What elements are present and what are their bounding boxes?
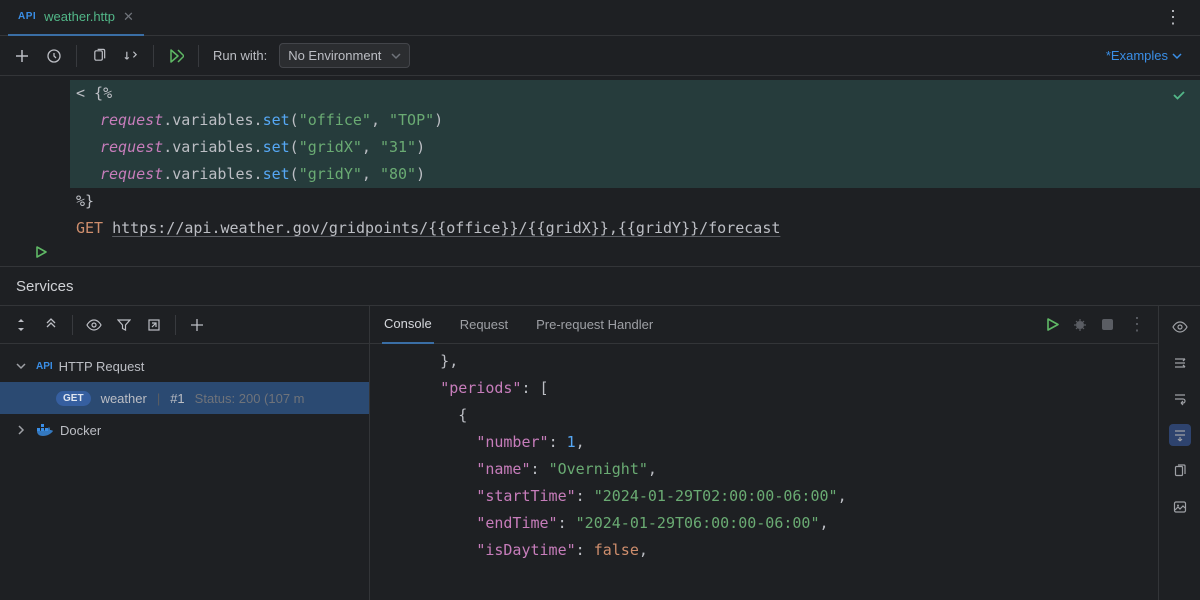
services-tree-pane: API HTTP Request GET weather | #1 Status…: [0, 306, 370, 600]
tree-node-docker[interactable]: Docker: [0, 414, 369, 446]
chevron-down-icon: [391, 51, 401, 61]
convert-icon[interactable]: [117, 42, 145, 70]
open-icon[interactable]: [141, 312, 167, 338]
request-name: weather: [101, 391, 147, 406]
status-text: Status: 200 (107 m: [195, 391, 305, 406]
show-icon[interactable]: [81, 312, 107, 338]
chevron-down-icon: [1172, 51, 1182, 61]
services-panel-title[interactable]: Services: [0, 266, 1200, 306]
tree-label: Docker: [60, 423, 101, 438]
services-tree[interactable]: API HTTP Request GET weather | #1 Status…: [0, 344, 369, 452]
editor-tabbar: API weather.http ✕ ⋮: [0, 0, 1200, 36]
add-service-icon[interactable]: [184, 312, 210, 338]
result-tabs: Console Request Pre-request Handler ⋮: [370, 306, 1158, 344]
services-tree-toolbar: [0, 306, 369, 344]
response-body[interactable]: }, "periods": [ { "number": 1, "name": "…: [370, 344, 1158, 600]
api-badge: API: [18, 11, 36, 22]
tab-request[interactable]: Request: [458, 306, 510, 344]
history-icon[interactable]: [40, 42, 68, 70]
services-result-pane: Console Request Pre-request Handler ⋮ },…: [370, 306, 1200, 600]
run-with-label: Run with:: [213, 48, 267, 63]
inspection-ok-icon[interactable]: [1168, 84, 1190, 106]
expand-collapse-icon[interactable]: [8, 312, 34, 338]
examples-label: *Examples: [1106, 48, 1168, 63]
rerun-icon[interactable]: [1046, 318, 1059, 331]
run-all-icon[interactable]: [162, 42, 190, 70]
services-panel: API HTTP Request GET weather | #1 Status…: [0, 306, 1200, 600]
tree-node-http-request[interactable]: API HTTP Request: [0, 350, 369, 382]
debug-icon[interactable]: [1073, 318, 1087, 332]
close-icon[interactable]: ✕: [123, 9, 134, 25]
tab-filename: weather.http: [44, 9, 115, 24]
filter-icon[interactable]: [111, 312, 137, 338]
tab-prerequest-handler[interactable]: Pre-request Handler: [534, 306, 655, 344]
view-eye-icon[interactable]: [1169, 316, 1191, 338]
tab-console[interactable]: Console: [382, 306, 434, 344]
tree-label: HTTP Request: [59, 359, 145, 374]
editor-gutter: [0, 76, 70, 266]
environment-value: No Environment: [288, 48, 381, 63]
view-soft-wrap-icon[interactable]: [1169, 388, 1191, 410]
collapse-all-icon[interactable]: [38, 312, 64, 338]
tab-overflow-menu[interactable]: ⋮: [1156, 7, 1192, 28]
copy-icon[interactable]: [85, 42, 113, 70]
docker-icon: [36, 423, 54, 437]
view-scroll-to-end-icon[interactable]: [1169, 424, 1191, 446]
tree-node-request-weather[interactable]: GET weather | #1 Status: 200 (107 m: [0, 382, 369, 414]
view-copy-icon[interactable]: [1169, 460, 1191, 482]
add-icon[interactable]: [8, 42, 36, 70]
run-number: #1: [170, 391, 184, 406]
code-editor[interactable]: < {% request.variables.set("office", "TO…: [0, 76, 1200, 266]
code-content[interactable]: < {% request.variables.set("office", "TO…: [70, 76, 1200, 266]
http-toolbar: Run with: No Environment *Examples: [0, 36, 1200, 76]
run-line-icon[interactable]: [34, 245, 48, 259]
file-tab-weather[interactable]: API weather.http ✕: [8, 0, 144, 36]
http-method-badge: GET: [56, 391, 91, 406]
api-icon: API: [36, 361, 53, 372]
examples-link[interactable]: *Examples: [1106, 48, 1192, 63]
stop-icon[interactable]: [1101, 318, 1114, 331]
more-icon[interactable]: ⋮: [1128, 314, 1146, 335]
response-view-switcher: [1158, 306, 1200, 600]
view-image-icon[interactable]: [1169, 496, 1191, 518]
view-structure-icon[interactable]: [1169, 352, 1191, 374]
chevron-right-icon: [16, 425, 30, 435]
environment-select[interactable]: No Environment: [279, 43, 410, 68]
chevron-down-icon: [16, 361, 30, 371]
